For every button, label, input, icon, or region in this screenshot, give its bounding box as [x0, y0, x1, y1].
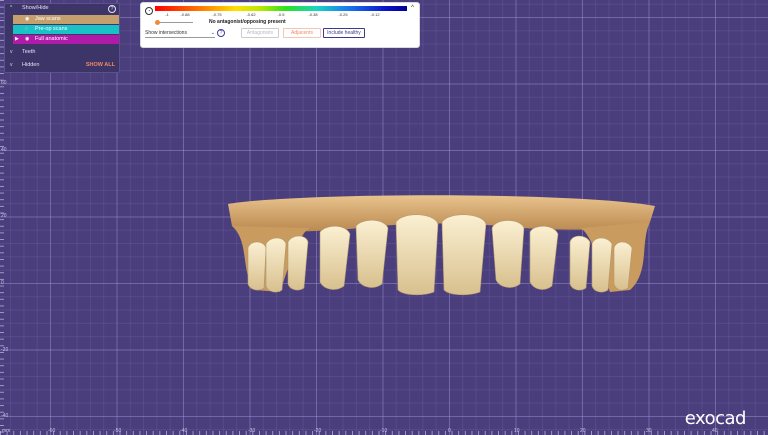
hidden-section[interactable]: v Hidden SHOW ALL	[5, 61, 119, 70]
scale-value: -0.75	[212, 12, 222, 17]
teeth-label: Teeth	[22, 49, 36, 55]
ruler-label: -10	[380, 428, 388, 434]
distance-toolbar: ◔ -1 -0.88 -0.75 -0.62 -0.5 -0.38 -0.25 …	[140, 2, 420, 48]
status-text: No antagonist/opposing present	[209, 19, 286, 25]
scale-value: -0.5	[277, 12, 285, 17]
scale-value: -1	[165, 12, 169, 17]
distance-slider-track[interactable]	[157, 22, 193, 23]
include-healthy-button[interactable]: Include healthy	[323, 28, 365, 38]
chevron-down-icon: v	[10, 49, 13, 55]
show-hide-panel: ^ Show/Hide ? ◉ Jaw scans ◌ Pre-op scans…	[4, 3, 120, 73]
show-hide-header[interactable]: ^ Show/Hide ?	[5, 4, 119, 13]
ruler-label: 40	[1, 147, 7, 153]
ruler-label: -20	[1, 347, 9, 353]
scan-label: Full anatomic	[35, 36, 68, 42]
ruler-label: 0	[1, 280, 4, 286]
scan-row-jaw[interactable]: ◉ Jaw scans	[13, 15, 119, 24]
scale-value: -0.25	[338, 12, 348, 17]
ruler-label: -40	[1, 413, 9, 419]
intersections-select[interactable]: Show intersections ⌄	[145, 29, 215, 38]
gauge-icon[interactable]: ◔	[145, 7, 153, 15]
bottom-ruler: -60 -50 -40 -30 -20 -10 0 10 20 30 40	[0, 425, 768, 435]
ruler-label: 30	[646, 428, 652, 434]
help-icon[interactable]: ?	[217, 29, 225, 37]
ruler-label: 0	[448, 428, 451, 434]
scale-value: -0.62	[246, 12, 256, 17]
ruler-label: -30	[248, 428, 256, 434]
colorbar-scale: -1 -0.88 -0.75 -0.62 -0.5 -0.38 -0.25 -0…	[155, 12, 407, 18]
antagonists-button[interactable]: Antagonists	[241, 28, 279, 38]
scale-value: -0.88	[180, 12, 190, 17]
ruler-label: -60	[48, 428, 56, 434]
select-value: Show intersections	[145, 30, 187, 36]
hidden-label: Hidden	[22, 62, 40, 68]
ruler-label: -50	[114, 428, 122, 434]
show-all-button[interactable]: SHOW ALL	[86, 61, 115, 70]
scan-row-preop[interactable]: ◌ Pre-op scans	[13, 25, 119, 34]
scale-value: -0.38	[308, 12, 318, 17]
scale-value: -0.12	[370, 12, 380, 17]
help-icon[interactable]: ?	[108, 5, 116, 13]
chevron-down-icon: v	[10, 62, 13, 68]
eye-icon[interactable]: ◉	[25, 15, 29, 24]
unit-label: mm	[2, 428, 11, 434]
distance-slider-knob[interactable]	[155, 20, 160, 25]
ruler-label: -40	[180, 428, 188, 434]
exocad-logo: exocad	[684, 408, 747, 429]
eye-icon[interactable]: ◉	[25, 35, 29, 44]
chevron-down-icon: ⌄	[210, 30, 215, 36]
collapse-icon[interactable]: ^	[411, 5, 414, 11]
expand-triangle-icon[interactable]: ▶	[15, 35, 19, 44]
ruler-label: 20	[580, 428, 586, 434]
show-hide-title: Show/Hide	[22, 5, 49, 11]
chevron-up-icon: ^	[10, 5, 13, 11]
ruler-label: -20	[314, 428, 322, 434]
scan-row-full-anatomic[interactable]: ▶ ◉ Full anatomic	[13, 35, 119, 44]
distance-colorbar	[155, 6, 407, 11]
dental-model[interactable]	[220, 192, 660, 302]
adjacents-button[interactable]: Adjacents	[283, 28, 321, 38]
ruler-label: 60	[1, 80, 7, 86]
ruler-label: 10	[514, 428, 520, 434]
scan-label: Pre-op scans	[35, 26, 68, 32]
ruler-label: 20	[1, 213, 7, 219]
scan-label: Jaw scans	[35, 16, 61, 22]
eye-hidden-icon[interactable]: ◌	[25, 25, 28, 34]
teeth-section[interactable]: v Teeth	[5, 48, 119, 57]
